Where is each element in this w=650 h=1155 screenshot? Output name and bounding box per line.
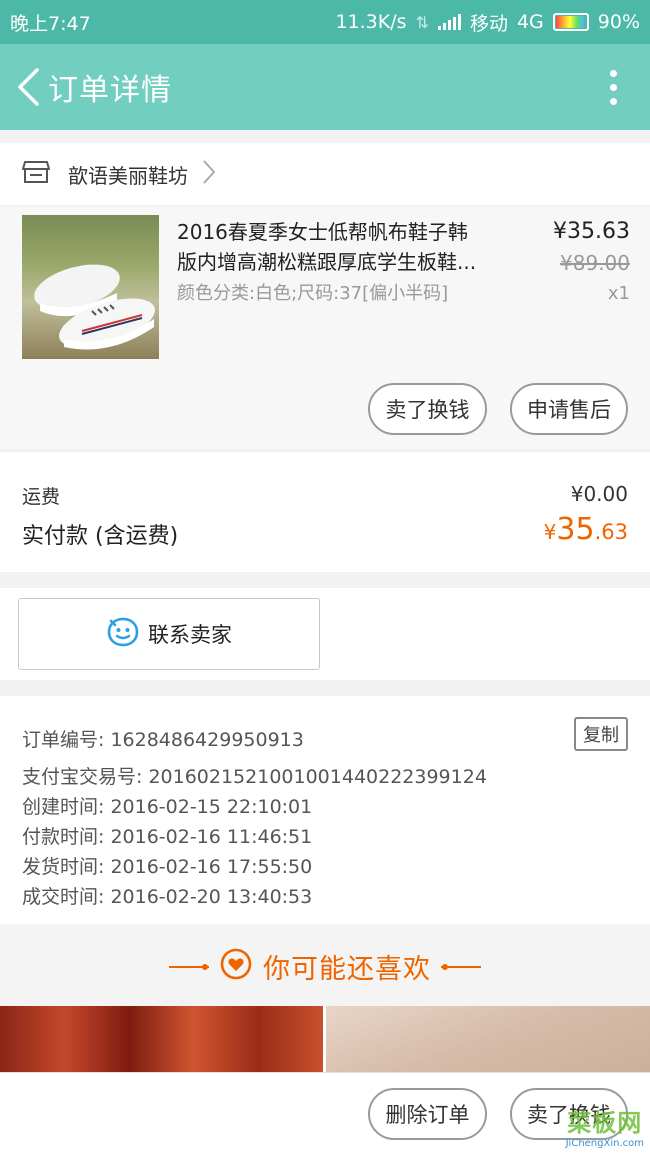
nav-bar: 订单详情 xyxy=(0,44,650,130)
shipping-label: 运费 xyxy=(22,486,61,508)
recommend-item-image[interactable] xyxy=(0,1006,323,1076)
bottom-action-bar: 删除订单 卖了换钱 菜板网 JiChengXin.com xyxy=(0,1072,650,1155)
created-time: 创建时间: 2016-02-15 22:10:01 xyxy=(22,796,313,818)
network-type: 4G xyxy=(516,11,544,33)
right-decoration xyxy=(441,957,481,976)
recommend-item-image[interactable] xyxy=(326,1006,650,1076)
completed-time: 成交时间: 2016-02-20 13:40:53 xyxy=(22,886,313,908)
page-title: 订单详情 xyxy=(48,73,172,108)
contact-section: 联系卖家 xyxy=(0,588,650,680)
shop-name: 歆语美丽鞋坊 xyxy=(68,163,188,188)
status-time: 晚上7:47 xyxy=(10,12,91,35)
heart-icon xyxy=(219,947,253,985)
network-speed: 11.3K/s xyxy=(335,11,407,33)
more-menu-icon[interactable] xyxy=(588,57,638,117)
watermark-text: 菜板网 xyxy=(567,1109,643,1137)
product-title-line2: 版内增高潮松糕跟厚底学生板鞋... xyxy=(177,250,477,274)
left-decoration xyxy=(169,957,209,976)
product-item: 2016春夏季女士低帮帆布鞋子韩 版内增高潮松糕跟厚底学生板鞋... 颜色分类:… xyxy=(0,207,650,449)
battery-icon xyxy=(552,13,589,31)
recommend-header: 你可能还喜欢 xyxy=(0,924,650,1008)
paid-time: 付款时间: 2016-02-16 11:46:51 xyxy=(22,826,313,848)
order-info: 订单编号: 1628486429950913 复制 支付宝交易号: 201602… xyxy=(0,696,650,924)
chevron-right-icon xyxy=(202,159,216,189)
data-arrows-icon: ⇅ xyxy=(415,12,429,32)
contact-seller-label: 联系卖家 xyxy=(148,623,232,647)
payment-summary: 运费 ¥0.00 实付款 (含运费) ¥35.63 xyxy=(0,452,650,572)
product-original-price: ¥89.00 xyxy=(560,251,630,275)
copy-button[interactable]: 复制 xyxy=(574,717,628,751)
total-integer: 35 xyxy=(556,512,595,547)
total-decimal: .63 xyxy=(594,520,628,544)
total-currency: ¥ xyxy=(543,520,557,544)
status-bar: 晚上7:47 11.3K/s ⇅ 移动 4G 90% xyxy=(0,0,650,44)
back-arrow-icon[interactable] xyxy=(8,57,48,117)
carrier-name: 移动 xyxy=(469,12,508,35)
total-amount: ¥35.63 xyxy=(544,512,628,547)
order-number: 订单编号: 1628486429950913 xyxy=(22,729,304,751)
alipay-number: 支付宝交易号: 2016021521001001440222399124 xyxy=(22,766,487,788)
delete-order-button[interactable]: 删除订单 xyxy=(368,1088,487,1140)
battery-level: 90% xyxy=(597,11,640,33)
contact-seller-button[interactable]: 联系卖家 xyxy=(18,598,320,670)
product-sku: 颜色分类:白色;尺码:37[偏小半码] xyxy=(177,283,449,304)
product-quantity: x1 xyxy=(607,283,630,304)
shipped-time: 发货时间: 2016-02-16 17:55:50 xyxy=(22,856,313,878)
status-indicators: 11.3K/s ⇅ 移动 4G 90% xyxy=(335,9,640,36)
store-icon xyxy=(22,160,50,188)
product-price: ¥35.63 xyxy=(553,219,630,244)
product-title-line1: 2016春夏季女士低帮帆布鞋子韩 xyxy=(177,220,468,244)
shipping-value: ¥0.00 xyxy=(570,482,628,506)
total-label: 实付款 (含运费) xyxy=(22,524,179,549)
recommend-grid xyxy=(0,1006,650,1076)
watermark-url: JiChengXin.com xyxy=(565,1138,644,1149)
product-image[interactable] xyxy=(22,215,159,359)
after-sale-button[interactable]: 申请售后 xyxy=(510,383,628,435)
product-title[interactable]: 2016春夏季女士低帮帆布鞋子韩 版内增高潮松糕跟厚底学生板鞋... xyxy=(177,217,507,277)
sell-for-cash-button[interactable]: 卖了换钱 xyxy=(368,383,487,435)
recommend-title: 你可能还喜欢 xyxy=(263,953,431,985)
watermark-logo: 菜板网 JiChengXin.com xyxy=(566,1103,644,1149)
shop-row[interactable]: 歆语美丽鞋坊 xyxy=(0,143,650,205)
chat-bubble-icon xyxy=(106,616,140,653)
signal-icon xyxy=(437,14,461,30)
